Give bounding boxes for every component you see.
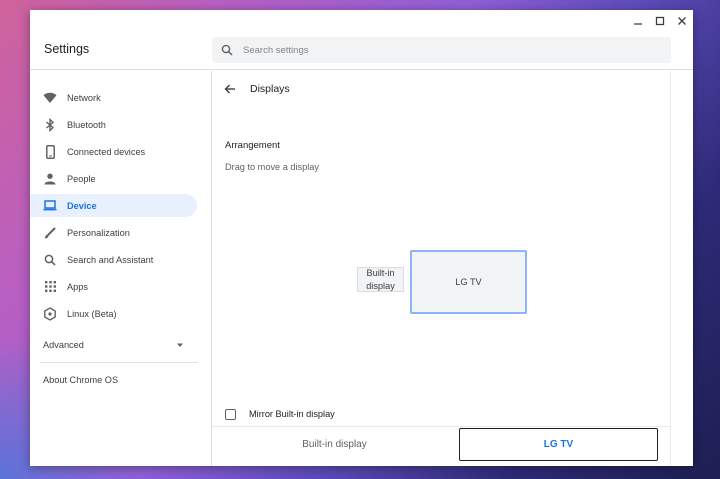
sidebar-item-label: Search and Assistant <box>67 254 154 265</box>
arrangement-title: Arrangement <box>225 140 280 151</box>
sidebar-item-label: Apps <box>67 281 88 292</box>
brush-icon <box>43 226 57 240</box>
display-tile-lg-tv[interactable]: LG TV <box>411 251 526 313</box>
sidebar-item-device[interactable]: Device <box>30 194 197 217</box>
mirror-display-label: Mirror Built-in display <box>249 409 335 419</box>
maximize-icon <box>655 16 665 26</box>
apps-grid-icon <box>43 280 57 294</box>
display-tile-built-in[interactable]: Built-in display <box>357 267 404 292</box>
sidebar-item-label: Bluetooth <box>67 119 106 130</box>
back-button[interactable] <box>224 82 238 96</box>
sidebar-item-linux[interactable]: Linux (Beta) <box>30 302 197 325</box>
sidebar-item-label: Linux (Beta) <box>67 308 117 319</box>
tab-divider <box>212 426 671 427</box>
header-bar: Settings <box>30 30 693 70</box>
maximize-button[interactable] <box>651 12 669 30</box>
sidebar-item-apps[interactable]: Apps <box>30 275 197 298</box>
display-tile-label: Built-in display <box>366 267 395 291</box>
page-title: Displays <box>250 83 290 95</box>
display-tile-label: LG TV <box>455 277 482 287</box>
arrangement-hint: Drag to move a display <box>225 162 319 172</box>
search-box[interactable] <box>212 37 671 63</box>
phone-icon <box>43 144 57 159</box>
wifi-icon <box>43 91 57 105</box>
search-input[interactable] <box>243 44 643 56</box>
tab-built-in-display[interactable]: Built-in display <box>212 428 457 461</box>
advanced-label: Advanced <box>43 340 84 350</box>
search-icon <box>43 253 57 267</box>
advanced-section-toggle[interactable]: Advanced <box>30 334 197 356</box>
sidebar-item-people[interactable]: People <box>30 167 197 190</box>
sidebar-item-about-chrome-os[interactable]: About Chrome OS <box>43 375 118 385</box>
search-icon <box>221 43 235 57</box>
title-bar <box>30 10 693 30</box>
close-button[interactable] <box>673 12 691 30</box>
linux-icon <box>43 306 57 321</box>
person-icon <box>43 172 57 186</box>
mirror-display-checkbox[interactable] <box>225 408 236 420</box>
chevron-down-icon <box>176 340 186 350</box>
sidebar-divider <box>40 362 198 363</box>
displays-page: Displays Arrangement Drag to move a disp… <box>212 71 671 466</box>
minimize-icon <box>634 23 642 25</box>
sidebar-item-label: Device <box>67 200 97 211</box>
sidebar-item-connected-devices[interactable]: Connected devices <box>30 140 197 163</box>
sidebar-item-bluetooth[interactable]: Bluetooth <box>30 113 197 136</box>
sidebar-item-personalization[interactable]: Personalization <box>30 221 197 244</box>
bluetooth-icon <box>43 117 57 132</box>
sidebar-item-label: People <box>67 173 96 184</box>
sidebar-item-network[interactable]: Network <box>30 86 197 109</box>
sidebar-item-label: Personalization <box>67 227 130 238</box>
sidebar: Network Bluetooth Connected devices Peop… <box>30 71 212 466</box>
app-title: Settings <box>44 42 90 56</box>
mirror-display-row: Mirror Built-in display <box>225 407 335 421</box>
sidebar-item-search-and-assistant[interactable]: Search and Assistant <box>30 248 197 271</box>
close-icon <box>678 17 686 25</box>
laptop-icon <box>43 199 57 213</box>
tab-lg-tv[interactable]: LG TV <box>459 428 658 461</box>
arrow-back-icon <box>224 84 235 94</box>
sidebar-item-label: Connected devices <box>67 146 146 157</box>
sidebar-item-label: Network <box>67 92 101 103</box>
minimize-button[interactable] <box>629 12 647 30</box>
settings-window: Settings Network Bluetooth Connected dev… <box>30 10 693 466</box>
